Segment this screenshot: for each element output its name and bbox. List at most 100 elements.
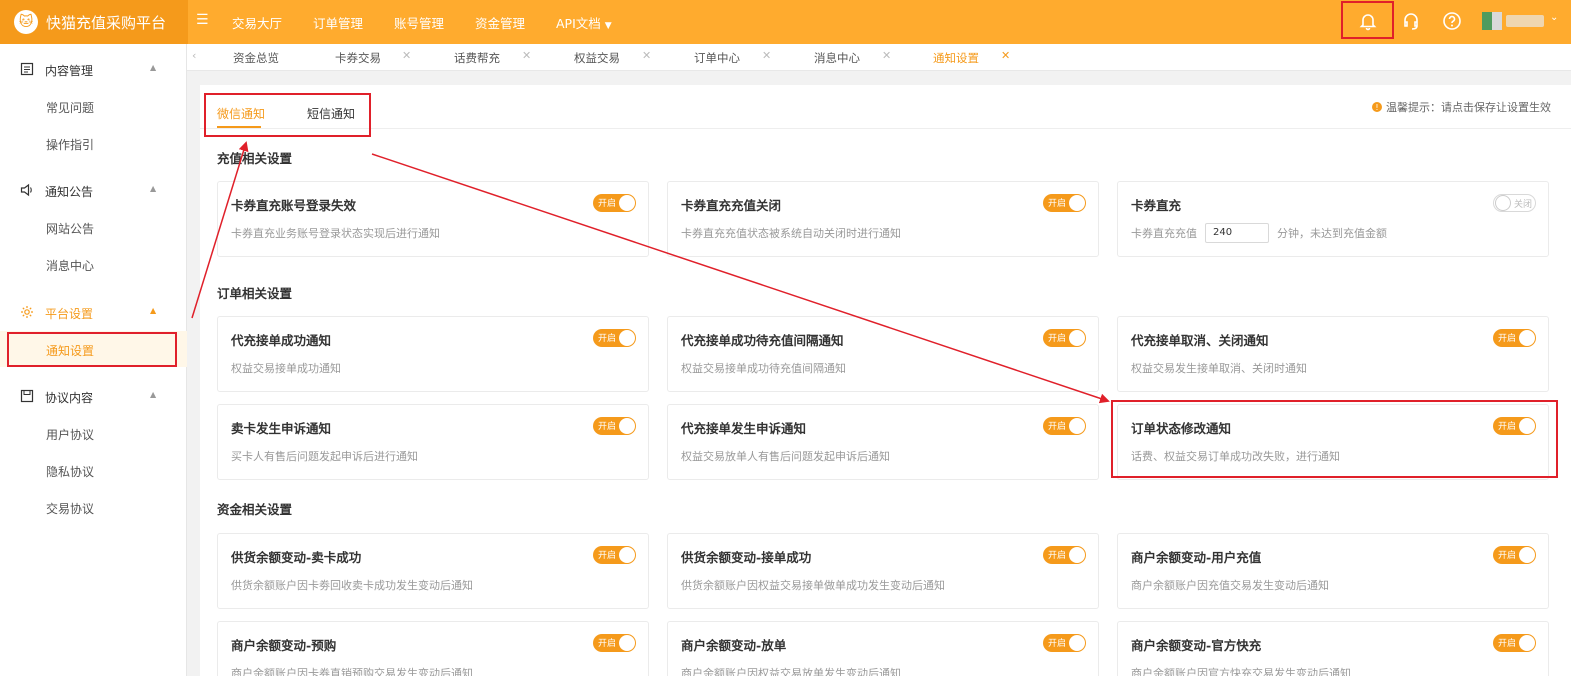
- card-title: 代充接单成功通知: [231, 333, 332, 348]
- avatar[interactable]: [1482, 12, 1502, 30]
- minutes-input[interactable]: 240: [1205, 223, 1269, 243]
- toggle-knob: [619, 635, 635, 651]
- card-desc-prefix: 卡券直充充值: [1131, 227, 1197, 240]
- toggle-switch[interactable]: 关闭: [1493, 194, 1536, 212]
- sidebar-item-user-agreement[interactable]: 用户协议: [0, 415, 187, 451]
- caret-up-icon: ▲: [150, 63, 157, 72]
- sidebar-group-label: 平台设置: [45, 307, 94, 321]
- toggle-switch[interactable]: 开启: [1043, 634, 1086, 652]
- tab-notification-settings[interactable]: 通知设置: [933, 50, 979, 66]
- tab-close-icon[interactable]: ✕: [402, 49, 411, 62]
- sidebar-item-site-announcement[interactable]: 网站公告: [0, 209, 187, 245]
- toggle-switch[interactable]: 开启: [593, 194, 636, 212]
- toggle-label: 开启: [598, 199, 617, 209]
- toggle-label: 开启: [598, 334, 617, 344]
- toggle-label: 开启: [1048, 334, 1067, 344]
- sidebar-item-trade-agreement[interactable]: 交易协议: [0, 489, 187, 525]
- sidebar-group-platform-settings[interactable]: 平台设置 ▲: [0, 294, 187, 330]
- section-title-order: 订单相关设置: [217, 286, 293, 301]
- tip-text: 温馨提示：请点击保存让设置生效: [1386, 101, 1551, 114]
- toggle-switch[interactable]: 开启: [1043, 194, 1086, 212]
- sidebar-item-label: 交易协议: [46, 502, 95, 516]
- toggle-switch[interactable]: 开启: [593, 417, 636, 435]
- card-title: 商户余额变动-用户充值: [1131, 550, 1262, 565]
- topnav-funds[interactable]: 资金管理: [475, 13, 525, 32]
- toggle-switch[interactable]: 开启: [593, 634, 636, 652]
- headset-icon[interactable]: [1401, 11, 1421, 31]
- toggle-knob: [1069, 547, 1085, 563]
- menu-toggle-icon[interactable]: ☰: [196, 12, 209, 28]
- help-icon[interactable]: [1442, 11, 1462, 31]
- save-tip: ! 温馨提示：请点击保存让设置生效: [1372, 99, 1551, 115]
- toggle-switch[interactable]: 开启: [1493, 634, 1536, 652]
- toggle-switch[interactable]: 开启: [1493, 546, 1536, 564]
- sidebar-group-label: 通知公告: [45, 185, 94, 199]
- user-menu-caret-icon[interactable]: ⌄: [1550, 12, 1558, 23]
- sidebar-item-guide[interactable]: 操作指引: [0, 125, 187, 161]
- card-title: 商户余额变动-预购: [231, 638, 337, 653]
- card-title: 代充接单发生申诉通知: [681, 421, 807, 436]
- sidebar-item-message-center[interactable]: 消息中心: [0, 246, 187, 282]
- sidebar-group-agreements[interactable]: 协议内容 ▲: [0, 378, 187, 414]
- toggle-knob: [1495, 195, 1511, 211]
- tabs-scroll-left-icon[interactable]: ‹: [192, 49, 196, 62]
- annotation-box-subtabs: [204, 93, 371, 137]
- app-logo[interactable]: 🐱 快猫充值采购平台: [0, 0, 188, 44]
- tab-close-icon[interactable]: ✕: [882, 49, 891, 62]
- card-desc: 权益交易放单人有售后问题发起申诉后通知: [681, 450, 890, 463]
- card-desc: 权益交易接单成功通知: [231, 362, 341, 375]
- sidebar-group-content[interactable]: 内容管理 ▲: [0, 51, 187, 87]
- toggle-knob: [1069, 635, 1085, 651]
- tab-close-icon[interactable]: ✕: [522, 49, 531, 62]
- card-desc: 供货余额账户因卡劵回收卖卡成功发生变动后通知: [231, 579, 473, 592]
- caret-up-icon: ▲: [150, 184, 157, 193]
- sidebar-group-label: 内容管理: [45, 64, 94, 78]
- setting-card: 卖卡发生申诉通知 买卡人有售后问题发起申诉后进行通知 开启: [217, 404, 649, 480]
- tab-order-center[interactable]: 订单中心: [694, 50, 740, 66]
- toggle-switch[interactable]: 开启: [593, 546, 636, 564]
- toggle-switch[interactable]: 开启: [593, 329, 636, 347]
- top-bar: 🐱 快猫充值采购平台 ☰ 交易大厅 订单管理 账号管理 资金管理 API文档 ▼…: [0, 0, 1571, 44]
- tab-close-icon[interactable]: ✕: [1001, 49, 1010, 62]
- speaker-icon: [20, 183, 32, 197]
- tab-message-center[interactable]: 消息中心: [814, 50, 860, 66]
- sidebar-group-announcements[interactable]: 通知公告 ▲: [0, 172, 187, 208]
- setting-card: 代充接单成功通知 权益交易接单成功通知 开启: [217, 316, 649, 392]
- tab-phone-topup[interactable]: 话费帮充: [454, 50, 500, 66]
- sidebar-item-faq[interactable]: 常见问题: [0, 88, 187, 124]
- caret-up-icon: ▲: [150, 390, 157, 399]
- toggle-knob: [619, 547, 635, 563]
- sidebar-item-label: 常见问题: [46, 101, 95, 115]
- topnav-orders[interactable]: 订单管理: [313, 13, 363, 32]
- toggle-switch[interactable]: 开启: [1043, 546, 1086, 564]
- document-icon: [20, 62, 34, 76]
- topnav-trade-hall[interactable]: 交易大厅: [232, 13, 282, 32]
- topnav-accounts[interactable]: 账号管理: [394, 13, 444, 32]
- tab-card-trade[interactable]: 卡券交易: [335, 50, 381, 66]
- toggle-switch[interactable]: 开启: [1043, 417, 1086, 435]
- card-title: 卡券直充: [1131, 198, 1182, 213]
- toggle-knob: [1069, 195, 1085, 211]
- toggle-label: 开启: [1048, 551, 1067, 561]
- setting-card: 商户余额变动-官方快充 商户余额账户因官方快充交易发生变动后通知 开启: [1117, 621, 1549, 676]
- tab-close-icon[interactable]: ✕: [642, 49, 651, 62]
- toggle-knob: [619, 330, 635, 346]
- username-blurred[interactable]: [1506, 15, 1544, 27]
- card-desc: 供货余额账户因权益交易接单做单成功发生变动后通知: [681, 579, 945, 592]
- tab-rights-trade[interactable]: 权益交易: [574, 50, 620, 66]
- sidebar-item-label: 隐私协议: [46, 465, 95, 479]
- sidebar-item-privacy-agreement[interactable]: 隐私协议: [0, 452, 187, 488]
- gear-icon: [21, 306, 33, 318]
- setting-card: 卡券直充 卡券直充充值 240 分钟，未达到充值金额 关闭: [1117, 181, 1549, 257]
- annotation-box-bell: [1341, 1, 1394, 39]
- toggle-switch[interactable]: 开启: [1043, 329, 1086, 347]
- topnav-api-docs[interactable]: API文档 ▼: [556, 13, 612, 32]
- tab-close-icon[interactable]: ✕: [762, 49, 771, 62]
- sidebar-item-label: 消息中心: [46, 259, 95, 273]
- setting-card: 代充接单取消、关闭通知 权益交易发生接单取消、关闭时通知 开启: [1117, 316, 1549, 392]
- tab-fund-overview[interactable]: 资金总览: [233, 50, 279, 66]
- toggle-switch[interactable]: 开启: [1493, 329, 1536, 347]
- setting-card: 代充接单成功待充值间隔通知 权益交易接单成功待充值间隔通知 开启: [667, 316, 1099, 392]
- card-desc: 权益交易发生接单取消、关闭时通知: [1131, 362, 1307, 375]
- caret-down-icon: ▼: [604, 21, 612, 31]
